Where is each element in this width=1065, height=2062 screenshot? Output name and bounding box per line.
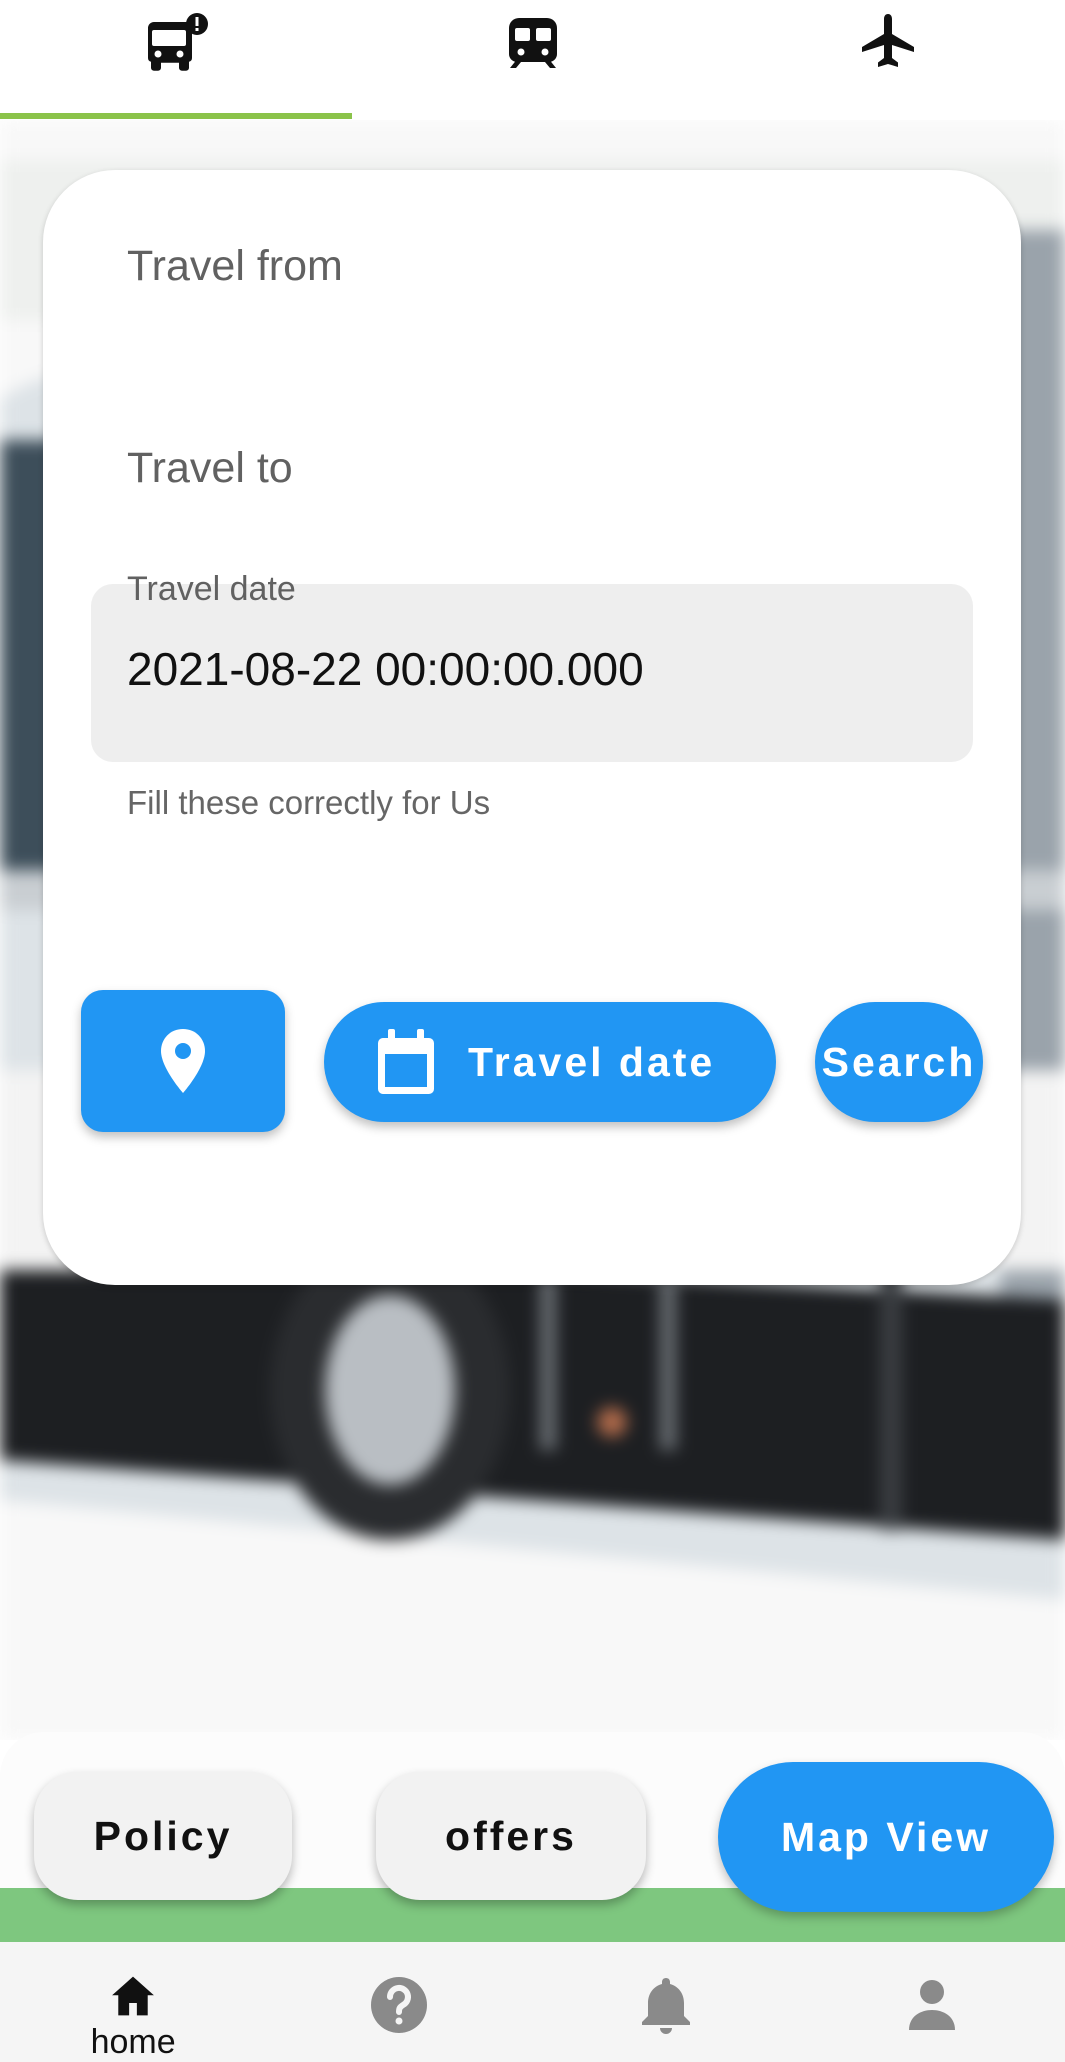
calendar-icon	[378, 1029, 434, 1094]
tab-flight[interactable]	[710, 0, 1065, 120]
travel-to-field[interactable]: Travel to	[127, 444, 293, 493]
home-icon	[112, 1976, 155, 2016]
nav-notifications[interactable]	[533, 1942, 799, 2062]
nav-help[interactable]	[266, 1942, 532, 2062]
travel-date-label: Travel date	[127, 570, 296, 608]
offers-button[interactable]: offers	[376, 1772, 646, 1900]
airplane-icon	[861, 14, 914, 67]
tab-indicator	[0, 113, 352, 119]
map-view-button-label: Map View	[780, 1813, 992, 1860]
trip-search-card: Travel from Travel to Travel date 2021-0…	[43, 170, 1021, 1285]
bus-alert-icon	[147, 13, 208, 71]
nav-home-label: home	[90, 2023, 176, 2061]
tab-train[interactable]	[355, 0, 710, 120]
tab-bus[interactable]	[0, 0, 355, 120]
location-pin-icon	[161, 1029, 205, 1093]
travel-date-value[interactable]: 2021-08-22 00:00:00.000	[127, 642, 644, 696]
nav-home[interactable]: home	[0, 1942, 266, 2062]
location-button[interactable]	[81, 990, 285, 1132]
search-button-label: Search	[821, 1038, 977, 1085]
bottom-navigation: home	[0, 1942, 1065, 2062]
travel-from-field[interactable]: Travel from	[127, 242, 343, 291]
policy-button-label: Policy	[93, 1812, 233, 1859]
policy-button[interactable]: Policy	[34, 1772, 292, 1900]
help-icon	[371, 1977, 428, 2033]
person-icon	[908, 1980, 955, 2030]
nav-profile[interactable]	[799, 1942, 1065, 2062]
offers-button-label: offers	[445, 1812, 577, 1859]
top-tab-bar	[0, 0, 1065, 120]
travel-date-button-label: Travel date	[468, 1038, 716, 1085]
map-view-button[interactable]: Map View	[718, 1762, 1054, 1912]
search-button[interactable]: Search	[815, 1002, 983, 1122]
bell-icon	[641, 1978, 690, 2034]
form-helper-text: Fill these correctly for Us	[127, 784, 491, 821]
travel-date-button[interactable]: Travel date	[324, 1002, 776, 1122]
train-icon	[508, 18, 557, 68]
